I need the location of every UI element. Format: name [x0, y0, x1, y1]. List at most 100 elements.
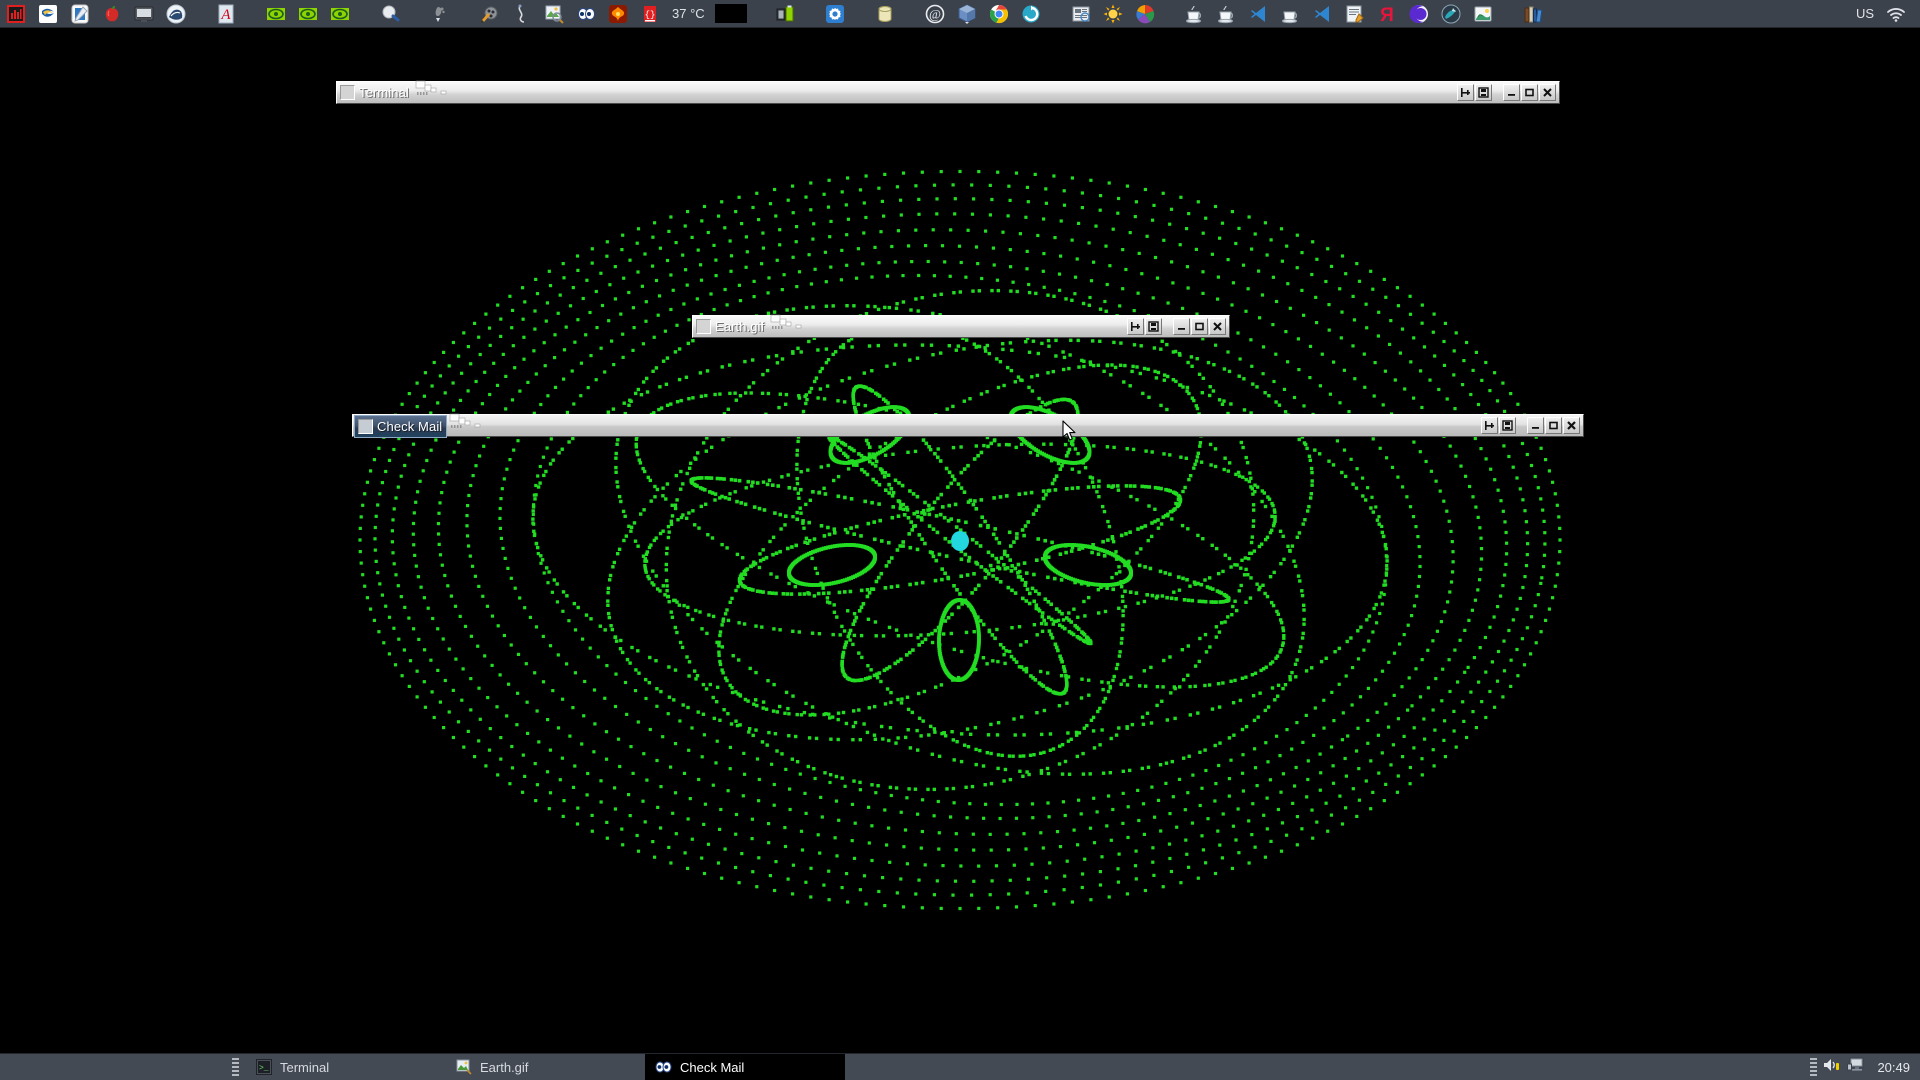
json-icon[interactable]: {} [639, 3, 661, 25]
shade-button[interactable] [1481, 417, 1498, 434]
taskbar-tray: 20:49 [1810, 1057, 1920, 1078]
titlebar-label-group[interactable]: Check Mail [354, 414, 448, 438]
task-terminal[interactable]: >_ Terminal [245, 1054, 445, 1080]
at-sign-icon[interactable]: @ [924, 3, 946, 25]
task-label: Earth.gif [480, 1059, 529, 1075]
titlebar-terminal[interactable]: Terminal [336, 80, 1560, 106]
central-body-marker [951, 531, 969, 551]
titlebar-label-group[interactable]: Terminal [337, 82, 413, 103]
close-button[interactable] [1209, 318, 1226, 335]
coffee-icon-3[interactable] [1280, 3, 1302, 25]
xeyes-icon[interactable] [575, 3, 597, 25]
apple-icon[interactable] [101, 3, 123, 25]
cpu-graph-monitor[interactable] [714, 4, 747, 23]
svg-text:@: @ [929, 6, 941, 21]
display-icon[interactable] [1847, 1057, 1865, 1078]
battery-icon[interactable] [774, 3, 796, 25]
stick-button[interactable] [1475, 84, 1492, 101]
vscode-icon-1[interactable] [1248, 3, 1270, 25]
panel-separator [901, 3, 919, 25]
titlebar-drag-area[interactable] [810, 316, 1126, 337]
nvidia-icon-3[interactable] [329, 3, 351, 25]
panel-separator [242, 3, 260, 25]
xeyes-icon [655, 1059, 672, 1076]
minimize-button[interactable] [1527, 417, 1544, 434]
titlebar-earth-gif[interactable]: Earth.gif [692, 314, 1230, 338]
maximize-button[interactable] [1545, 417, 1562, 434]
shade-button[interactable] [1457, 84, 1474, 101]
close-button[interactable] [1539, 84, 1556, 101]
nvidia-icon-1[interactable] [265, 3, 287, 25]
close-button[interactable] [1563, 417, 1580, 434]
magnet-icon[interactable] [379, 3, 401, 25]
volume-icon[interactable] [1823, 1057, 1841, 1078]
mail-client-icon[interactable] [165, 3, 187, 25]
titlebar-label-group[interactable]: Earth.gif [693, 316, 768, 337]
stick-button[interactable] [1145, 318, 1162, 335]
image-viewer-icon [455, 1059, 472, 1076]
keyboard-layout-indicator[interactable]: US [1856, 6, 1874, 21]
window-menu-button[interactable] [340, 85, 355, 100]
moon-icon[interactable] [1408, 3, 1430, 25]
taskbar-left-spacer [0, 1054, 230, 1080]
color-wheel-icon[interactable] [1134, 3, 1156, 25]
clock[interactable]: 20:49 [1877, 1060, 1910, 1075]
maximize-button[interactable] [1521, 84, 1538, 101]
maximize-button[interactable] [1191, 318, 1208, 335]
tray-drag-handle[interactable] [1810, 1057, 1818, 1077]
task-check-mail[interactable]: Check Mail [645, 1053, 845, 1080]
settings-gear-icon[interactable] [824, 3, 846, 25]
shade-button[interactable] [1127, 318, 1144, 335]
virtualbox-icon[interactable] [956, 3, 978, 25]
fireworks-icon[interactable] [607, 3, 629, 25]
video-editor-icon[interactable] [479, 3, 501, 25]
text-editor-icon[interactable] [1344, 3, 1366, 25]
chrome-icon[interactable] [988, 3, 1010, 25]
wifi-icon[interactable] [1885, 3, 1907, 25]
titlebar-check-mail[interactable]: Check Mail [352, 413, 1584, 438]
window-terminal[interactable]: Terminal [336, 80, 1560, 106]
news-reader-icon[interactable] [1070, 3, 1092, 25]
books-icon[interactable] [1522, 3, 1544, 25]
globe-dark-icon[interactable] [1440, 3, 1462, 25]
svg-text:{}: {} [645, 10, 656, 20]
minimize-button[interactable] [1503, 84, 1520, 101]
taskbar-drag-handle[interactable] [232, 1057, 239, 1077]
app-launcher-icon[interactable] [5, 3, 27, 25]
window-check-mail[interactable]: Check Mail [352, 413, 1584, 438]
window-menu-button[interactable] [358, 418, 373, 434]
acrobat-icon[interactable]: A [215, 3, 237, 25]
terminal-icon[interactable] [133, 3, 155, 25]
browser-wave-icon[interactable] [37, 3, 59, 25]
panel-separator [356, 3, 374, 25]
window-title: Check Mail [377, 418, 443, 434]
sync-icon[interactable] [1020, 3, 1042, 25]
yandex-icon[interactable]: Я [1376, 3, 1398, 25]
titlebar-drag-area[interactable] [489, 415, 1480, 436]
minimize-button[interactable] [1173, 318, 1190, 335]
panel-separator [1161, 3, 1179, 25]
curve-tool-icon[interactable] [511, 3, 533, 25]
photo-album-icon[interactable] [1472, 3, 1494, 25]
desktop-screen: A {} 37 °C @ Я US Terminal Earth.gif Che… [0, 0, 1920, 1080]
terminal-icon: >_ [255, 1059, 272, 1076]
panel-separator [456, 3, 474, 25]
task-earth-gif[interactable]: Earth.gif [445, 1054, 645, 1080]
java-coffee-icon-2[interactable] [1216, 3, 1238, 25]
titlebar-decoration-icon [415, 80, 455, 106]
stick-button[interactable] [1499, 417, 1516, 434]
window-menu-button[interactable] [696, 319, 711, 334]
taskbar: >_ Terminal Earth.gif Check Mail 20:49 [0, 1053, 1920, 1080]
titlebar-drag-area[interactable] [455, 82, 1456, 103]
gnome-foot-icon[interactable] [429, 3, 451, 25]
image-viewer-icon[interactable] [543, 3, 565, 25]
nvidia-icon-2[interactable] [297, 3, 319, 25]
database-icon[interactable] [874, 3, 896, 25]
temperature-readout: 37 °C [672, 6, 705, 21]
notes-icon[interactable] [69, 3, 91, 25]
panel-separator [751, 3, 769, 25]
vscode-icon-2[interactable] [1312, 3, 1334, 25]
java-coffee-icon-1[interactable] [1184, 3, 1206, 25]
sun-icon[interactable] [1102, 3, 1124, 25]
window-earth-gif[interactable]: Earth.gif [692, 314, 1230, 338]
